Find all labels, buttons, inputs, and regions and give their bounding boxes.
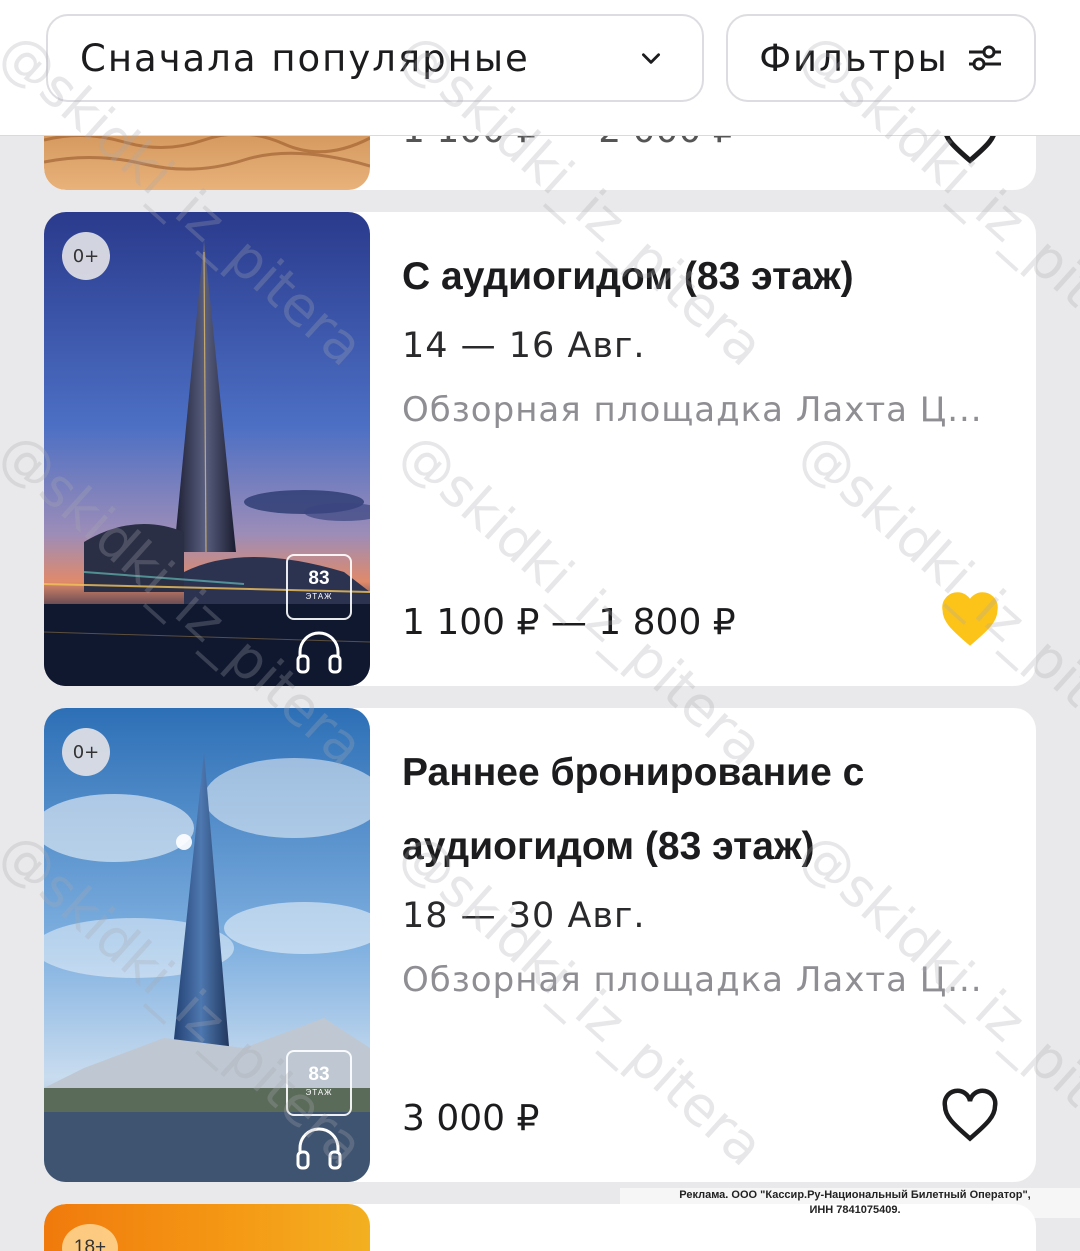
age-rating-badge: 0+ [62,232,110,280]
headphones-icon [296,1127,342,1170]
sliders-icon [968,45,1001,71]
event-card[interactable]: 0+ 83 ЭТАЖ С аудиогидом (83 этаж) 14 — 1… [44,212,1036,686]
event-image-next: 18+ [44,1204,370,1251]
sort-dropdown[interactable]: Сначала популярные [46,14,704,102]
floor-badge-number: 83 [308,1064,330,1085]
event-dates: 14 — 16 Авг. [402,326,646,366]
event-image-lakhta-day: 0+ 83 ЭТАЖ [44,708,370,1182]
floor-83-badge: 83 ЭТАЖ [286,1050,352,1116]
filters-button[interactable]: Фильтры [726,14,1036,102]
event-price: 3 000 ₽ [402,1098,540,1139]
ad-disclaimer-line1: Реклама. ООО "Кассир.Ру-Национальный Бил… [679,1189,1031,1201]
sort-dropdown-label: Сначала популярные [80,36,530,80]
event-price: 1 100 ₽ — 1 800 ₽ [402,602,736,643]
event-title[interactable]: С аудиогидом (83 этаж) [402,240,1002,314]
favorite-heart-icon[interactable] [940,1088,1000,1144]
favorite-heart-icon[interactable] [940,592,1000,648]
age-rating-badge: 0+ [62,728,110,776]
event-list-page: 1 100 ₽ — 2 000 ₽ Сначала популярные Фил… [0,0,1080,1251]
floor-83-badge: 83 ЭТАЖ [286,554,352,620]
filters-button-label: Фильтры [759,36,949,80]
event-title[interactable]: Раннее бронирование с аудиогидом (83 эта… [402,736,1002,884]
age-rating-badge: 18+ [62,1224,118,1251]
floor-badge-number: 83 [308,568,330,589]
floor-badge-word: ЭТАЖ [305,592,333,601]
ad-disclaimer: Реклама. ООО "Кассир.Ру-Национальный Бил… [620,1188,1080,1218]
event-venue: Обзорная площадка Лахта Ц... [402,960,983,1000]
sort-filter-bar: Сначала популярные Фильтры [0,0,1080,136]
headphones-icon [296,631,342,674]
event-image-lakhta-dusk: 0+ 83 ЭТАЖ [44,212,370,686]
event-dates: 18 — 30 Авг. [402,896,646,936]
event-venue: Обзорная площадка Лахта Ц... [402,390,983,430]
ad-disclaimer-line2: ИНН 7841075409. [809,1204,901,1216]
floor-badge-word: ЭТАЖ [305,1088,333,1097]
chevron-down-icon [642,53,660,64]
event-card[interactable]: 0+ 83 ЭТАЖ Раннее бронирование с аудиоги… [44,708,1036,1182]
